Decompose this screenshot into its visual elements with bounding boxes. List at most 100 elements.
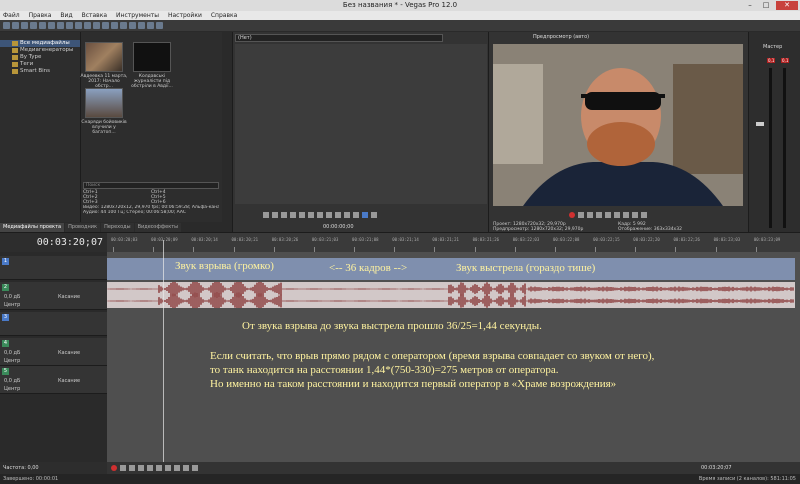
undo-icon[interactable] — [75, 22, 82, 29]
track-number: 3 — [2, 314, 9, 321]
tree-item-all-media[interactable]: Все медиафайлы — [0, 40, 80, 47]
record-icon[interactable] — [569, 212, 575, 218]
paste-icon[interactable] — [66, 22, 73, 29]
next-frame-icon[interactable] — [317, 212, 323, 218]
track-header[interactable]: 3 — [0, 312, 107, 336]
media-thumbnail[interactable] — [85, 42, 123, 72]
tab-transitions[interactable]: Переходы — [101, 223, 134, 232]
tab-explorer[interactable]: Проводник — [65, 223, 101, 232]
ruler-tick-label: 00:03:20;26 — [271, 237, 299, 242]
menu-edit[interactable]: Правка — [29, 11, 52, 20]
tree-item-tags[interactable]: Теги — [0, 61, 80, 68]
play-from-start-icon[interactable] — [272, 212, 278, 218]
auto-ripple-icon[interactable] — [102, 22, 109, 29]
menu-view[interactable]: Вид — [60, 11, 72, 20]
next-frame-icon[interactable] — [632, 212, 638, 218]
minimize-button[interactable]: – — [744, 1, 756, 10]
media-properties: Поиск Ctrl+1 Ctrl+4 Ctrl+2 Ctrl+5 Ctrl+3… — [80, 180, 222, 224]
help-icon[interactable] — [156, 22, 163, 29]
playhead[interactable] — [163, 240, 164, 462]
go-to-end-icon[interactable] — [174, 465, 180, 471]
track-header[interactable]: 1 — [0, 256, 107, 280]
play-from-start-icon[interactable] — [587, 212, 593, 218]
master-fader[interactable] — [756, 122, 764, 126]
media-search-input[interactable]: Поиск — [83, 182, 219, 189]
track-automation-mode[interactable]: Касание — [58, 294, 80, 300]
menu-tools[interactable]: Инструменты — [116, 11, 159, 20]
track-automation-mode[interactable]: Касание — [58, 378, 80, 384]
media-thumbnail[interactable] — [85, 88, 123, 118]
maximize-button[interactable]: □ — [760, 1, 772, 10]
window-title: Без названия * - Vegas Pro 12.0 — [342, 1, 458, 9]
stop-icon[interactable] — [156, 465, 162, 471]
loop-icon[interactable] — [263, 212, 269, 218]
snap-icon[interactable] — [93, 22, 100, 29]
add-to-timeline-icon[interactable] — [353, 212, 359, 218]
lock-envelopes-icon[interactable] — [111, 22, 118, 29]
menu-options[interactable]: Настройки — [168, 11, 202, 20]
go-to-start-icon[interactable] — [165, 465, 171, 471]
tree-item-by-type[interactable]: By Type — [0, 54, 80, 61]
redo-icon[interactable] — [84, 22, 91, 29]
record-icon[interactable] — [111, 465, 117, 471]
go-to-end-icon[interactable] — [326, 212, 332, 218]
selection-tool-icon[interactable] — [138, 22, 145, 29]
pause-icon[interactable] — [605, 212, 611, 218]
timeline-ruler[interactable]: 00:03:20;03 00:03:20;09 00:03:20;14 00:03:2… — [107, 232, 800, 252]
tree-item-smart-bins[interactable]: Smart Bins — [0, 68, 80, 75]
track-automation-mode[interactable]: Касание — [58, 350, 80, 356]
close-button[interactable]: ✕ — [776, 1, 798, 10]
play-icon[interactable] — [281, 212, 287, 218]
next-frame-icon[interactable] — [192, 465, 198, 471]
normal-edit-tool-icon[interactable] — [120, 22, 127, 29]
zoom-tool-icon[interactable] — [147, 22, 154, 29]
ruler-tick-label: 00:03:22;08 — [552, 237, 580, 242]
pause-icon[interactable] — [147, 465, 153, 471]
play-icon[interactable] — [138, 465, 144, 471]
main-toolbar — [0, 20, 800, 31]
status-right: Время записи (2 каналов): 581:11:05 — [698, 476, 796, 482]
copy-icon[interactable] — [57, 22, 64, 29]
ruler-tick-label: 00:03:21;26 — [472, 237, 500, 242]
track-header[interactable]: 5 0,0 дБ Касание Центр — [0, 366, 107, 394]
preview-mode-select[interactable]: Предпросмотр (авто) — [533, 34, 589, 40]
track-header[interactable]: 4 0,0 дБ Касание Центр — [0, 338, 107, 366]
prev-frame-icon[interactable] — [623, 212, 629, 218]
tree-item-generators[interactable]: Медиагенераторы — [0, 47, 80, 54]
prev-frame-icon[interactable] — [308, 212, 314, 218]
play-from-start-icon[interactable] — [129, 465, 135, 471]
menu-insert[interactable]: Вставка — [82, 11, 107, 20]
prev-frame-icon[interactable] — [183, 465, 189, 471]
preview-transport — [569, 212, 647, 218]
open-icon[interactable] — [12, 22, 19, 29]
track-header[interactable]: 2 0,0 дБ Касание Центр — [0, 282, 107, 310]
timeline-tracks[interactable]: Звук взрыва (громко) <-- 36 кадров --> З… — [106, 252, 800, 462]
overwrite-icon[interactable] — [362, 212, 368, 218]
cut-icon[interactable] — [48, 22, 55, 29]
rate-display: Частота: 0,00 — [0, 462, 107, 474]
tab-video-fx[interactable]: Видеоэффекты — [134, 223, 182, 232]
envelope-tool-icon[interactable] — [129, 22, 136, 29]
menu-file[interactable]: Файл — [3, 11, 20, 20]
media-thumbnail[interactable] — [133, 42, 171, 72]
set-out-icon[interactable] — [344, 212, 350, 218]
new-project-icon[interactable] — [3, 22, 10, 29]
stop-icon[interactable] — [299, 212, 305, 218]
stop-icon[interactable] — [614, 212, 620, 218]
timeline-transport: 00:03:20;07 — [107, 462, 800, 474]
render-icon[interactable] — [30, 22, 37, 29]
master-meter-right — [783, 68, 786, 228]
trimmer-source-select[interactable]: (Нет) — [235, 34, 443, 42]
menu-help[interactable]: Справка — [211, 11, 237, 20]
play-icon[interactable] — [596, 212, 602, 218]
insert-icon[interactable] — [371, 212, 377, 218]
loop-icon[interactable] — [578, 212, 584, 218]
set-in-icon[interactable] — [335, 212, 341, 218]
loop-icon[interactable] — [120, 465, 126, 471]
tab-project-media[interactable]: Медиафайлы проекта — [0, 223, 65, 232]
save-icon[interactable] — [21, 22, 28, 29]
properties-icon[interactable] — [39, 22, 46, 29]
pause-icon[interactable] — [290, 212, 296, 218]
go-to-end-icon[interactable] — [641, 212, 647, 218]
audio-event[interactable] — [106, 280, 795, 310]
